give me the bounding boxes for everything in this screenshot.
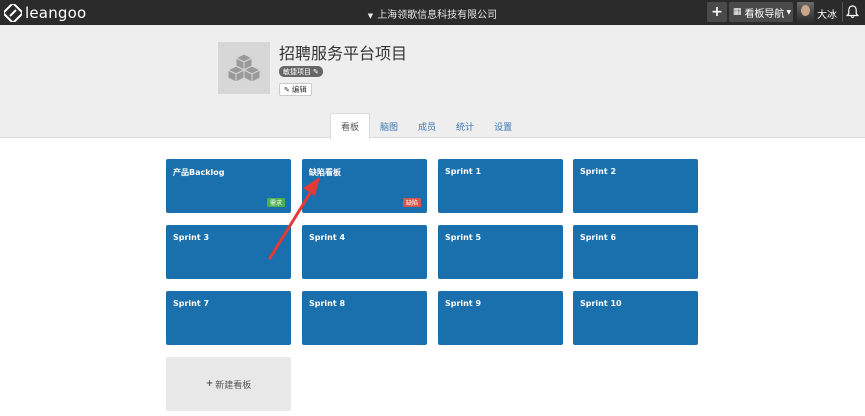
tab-mindmap[interactable]: 脑图 bbox=[370, 113, 408, 139]
caret-down-icon: ▼ bbox=[786, 8, 792, 16]
badge-label: 敏捷项目 bbox=[283, 67, 311, 76]
project-type-badge[interactable]: 敏捷项目 ✎ bbox=[279, 66, 323, 77]
add-button[interactable]: + bbox=[707, 2, 727, 22]
board-name: Sprint 10 bbox=[580, 299, 622, 308]
notification-button[interactable] bbox=[842, 2, 862, 22]
new-board-label: 新建看板 bbox=[215, 380, 252, 391]
company-name: 上海领歌信息科技有限公司 bbox=[377, 10, 498, 21]
project-tabs: 看板 脑图 成员 统计 设置 bbox=[330, 113, 522, 139]
user-name[interactable]: 大冰 bbox=[817, 6, 837, 21]
pencil-icon: ✎ bbox=[284, 85, 290, 94]
edit-label: 编辑 bbox=[291, 85, 307, 94]
board-card[interactable]: Sprint 6 bbox=[573, 225, 698, 279]
board-name: Sprint 6 bbox=[580, 233, 617, 242]
board-card[interactable]: Sprint 7 bbox=[166, 291, 291, 345]
tab-members[interactable]: 成员 bbox=[408, 113, 446, 139]
edit-icon: ✎ bbox=[313, 67, 319, 76]
new-board-button[interactable]: + 新建看板 bbox=[166, 357, 291, 411]
board-tag: 需求 bbox=[266, 198, 285, 207]
board-card[interactable]: 缺陷看板 缺陷 bbox=[302, 159, 427, 213]
board-nav-label: 看板导航 bbox=[744, 8, 785, 20]
board-card[interactable]: Sprint 1 bbox=[438, 159, 563, 213]
grid-icon: ▦ bbox=[732, 7, 742, 17]
board-name: Sprint 7 bbox=[173, 299, 210, 308]
plus-icon: + bbox=[711, 4, 723, 20]
top-bar: leangoo ▼ 上海领歌信息科技有限公司 + ▦ 看板导航 ▼ 大冰 bbox=[0, 0, 865, 25]
board-name: 产品Backlog bbox=[173, 168, 225, 177]
board-name: Sprint 9 bbox=[445, 299, 482, 308]
board-card[interactable]: Sprint 4 bbox=[302, 225, 427, 279]
board-nav-button[interactable]: ▦ 看板导航 ▼ bbox=[729, 2, 793, 22]
board-card[interactable]: 产品Backlog 需求 bbox=[166, 159, 291, 213]
plus-icon: + bbox=[205, 379, 214, 389]
board-card[interactable]: Sprint 3 bbox=[166, 225, 291, 279]
board-tag: 缺陷 bbox=[402, 198, 421, 207]
board-name: Sprint 8 bbox=[309, 299, 346, 308]
tab-settings[interactable]: 设置 bbox=[484, 113, 522, 139]
board-name: Sprint 1 bbox=[445, 167, 482, 176]
tab-boards[interactable]: 看板 bbox=[330, 113, 371, 139]
caret-down-icon: ▼ bbox=[367, 12, 374, 20]
board-name: Sprint 3 bbox=[173, 233, 210, 242]
board-card[interactable]: Sprint 9 bbox=[438, 291, 563, 345]
board-name: Sprint 5 bbox=[445, 233, 482, 242]
project-title: 招聘服务平台项目 bbox=[279, 44, 408, 63]
bell-icon bbox=[846, 5, 859, 19]
edit-button[interactable]: ✎ 编辑 bbox=[279, 83, 312, 96]
board-card[interactable]: Sprint 10 bbox=[573, 291, 698, 345]
board-card[interactable]: Sprint 2 bbox=[573, 159, 698, 213]
project-image bbox=[218, 42, 270, 94]
cubes-icon bbox=[226, 53, 262, 83]
tab-statistics[interactable]: 统计 bbox=[446, 113, 484, 139]
avatar[interactable] bbox=[797, 2, 814, 23]
board-name: 缺陷看板 bbox=[309, 168, 341, 177]
board-card[interactable]: Sprint 5 bbox=[438, 225, 563, 279]
board-card[interactable]: Sprint 8 bbox=[302, 291, 427, 345]
board-name: Sprint 2 bbox=[580, 167, 617, 176]
board-name: Sprint 4 bbox=[309, 233, 346, 242]
